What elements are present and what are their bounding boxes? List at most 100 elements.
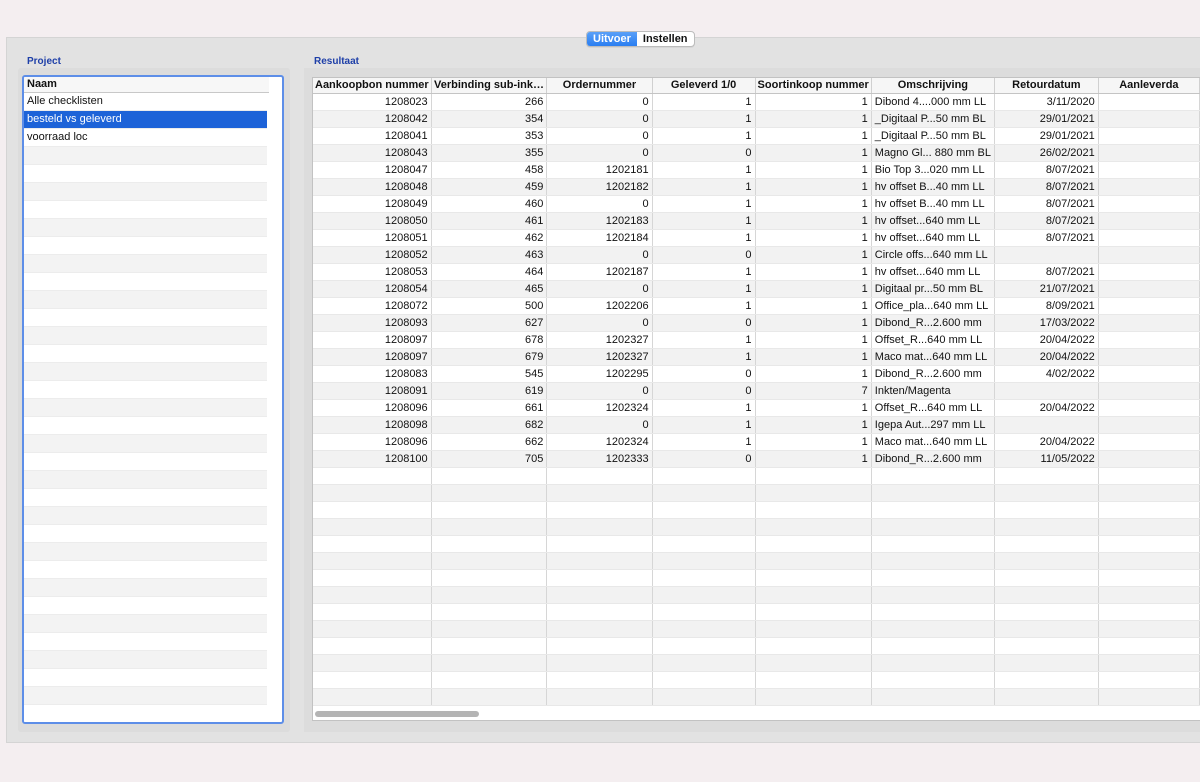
table-row[interactable]: 1208023 266 0 1 1 Dibond 4....000 mm LL 3/11/2…	[313, 93, 1200, 111]
table-cell: 1	[755, 229, 872, 247]
table-cell: 1	[652, 195, 756, 213]
table-cell: 8/07/2021	[994, 212, 1099, 230]
table-cell	[994, 603, 1099, 621]
table-cell	[313, 620, 432, 638]
result-table-header: Aankoopbon nummer Verbinding sub-ink… Orde…	[313, 78, 1200, 94]
table-cell	[994, 246, 1099, 264]
table-cell: 705	[431, 450, 548, 468]
table-row[interactable]: 1208096 662 1202324 1 1 Maco mat...640 mm LL 2…	[313, 433, 1200, 451]
empty-table-row	[313, 518, 1200, 536]
table-row[interactable]: 1208098 682 0 1 1 Igepa Aut...297 mm LL	[313, 416, 1200, 434]
column-header[interactable]: Aanleverda	[1098, 78, 1200, 94]
list-item[interactable]: voorraad loc	[24, 129, 267, 147]
table-cell	[546, 603, 653, 621]
table-cell: 0	[652, 314, 756, 332]
table-cell	[431, 603, 548, 621]
table-cell: 461	[431, 212, 548, 230]
table-cell: 463	[431, 246, 548, 264]
table-cell	[871, 518, 995, 536]
table-cell: 1208096	[313, 399, 432, 417]
table-cell: 619	[431, 382, 548, 400]
table-cell: 0	[546, 195, 653, 213]
table-row[interactable]: 1208049 460 0 1 1 hv offset B...40 mm LL 8/07/…	[313, 195, 1200, 213]
table-cell	[313, 688, 432, 706]
table-row[interactable]: 1208050 461 1202183 1 1 hv offset...640 mm LL…	[313, 212, 1200, 230]
empty-list-row	[24, 507, 267, 525]
table-cell: 7	[755, 382, 872, 400]
table-row[interactable]: 1208048 459 1202182 1 1 hv offset B...40 mm L…	[313, 178, 1200, 196]
table-cell: Bio Top 3...020 mm LL	[871, 161, 995, 179]
table-cell: 1208047	[313, 161, 432, 179]
table-cell: 17/03/2022	[994, 314, 1099, 332]
table-row[interactable]: 1208042 354 0 1 1 _Digitaal P...50 mm BL 29/01…	[313, 110, 1200, 128]
table-cell	[652, 535, 756, 553]
table-cell: hv offset...640 mm LL	[871, 212, 995, 230]
table-row[interactable]: 1208083 545 1202295 0 1 Dibond_R...2.600 mm 4/…	[313, 365, 1200, 383]
table-cell	[1098, 382, 1200, 400]
column-header[interactable]: Ordernummer	[546, 78, 653, 94]
column-header[interactable]: Omschrijving	[871, 78, 995, 94]
table-cell: 1202295	[546, 365, 653, 383]
tab-instellen[interactable]: Instellen	[637, 32, 694, 46]
table-cell: Maco mat...640 mm LL	[871, 348, 995, 366]
table-row[interactable]: 1208096 661 1202324 1 1 Offset_R...640 mm LL 2…	[313, 399, 1200, 417]
project-list-header[interactable]: Naam	[24, 77, 269, 93]
tab-uitvoer[interactable]: Uitvoer	[587, 32, 637, 46]
table-cell	[546, 518, 653, 536]
table-row[interactable]: 1208097 679 1202327 1 1 Maco mat...640 mm LL 2…	[313, 348, 1200, 366]
empty-list-row	[24, 273, 267, 291]
table-row[interactable]: 1208041 353 0 1 1 _Digitaal P...50 mm BL 29/01…	[313, 127, 1200, 145]
table-cell	[994, 484, 1099, 502]
table-cell	[652, 467, 756, 485]
table-cell	[652, 484, 756, 502]
table-cell	[1098, 110, 1200, 128]
table-row[interactable]: 1208047 458 1202181 1 1 Bio Top 3...020 mm LL…	[313, 161, 1200, 179]
table-cell	[546, 569, 653, 587]
table-cell: 1208023	[313, 93, 432, 111]
table-row[interactable]: 1208100 705 1202333 0 1 Dibond_R...2.600 mm 11…	[313, 450, 1200, 468]
table-cell: Dibond_R...2.600 mm	[871, 314, 995, 332]
table-cell	[431, 569, 548, 587]
table-cell: 8/07/2021	[994, 263, 1099, 281]
table-cell	[1098, 586, 1200, 604]
table-cell: 1208072	[313, 297, 432, 315]
table-row[interactable]: 1208091 619 0 0 7 Inkten/Magenta	[313, 382, 1200, 400]
horizontal-scrollbar[interactable]	[315, 711, 479, 717]
table-row[interactable]: 1208053 464 1202187 1 1 hv offset...640 mm LL…	[313, 263, 1200, 281]
table-cell	[313, 518, 432, 536]
column-header[interactable]: Geleverd 1/0	[652, 78, 756, 94]
table-cell	[871, 484, 995, 502]
column-header[interactable]: Soortinkoop nummer	[755, 78, 872, 94]
column-header[interactable]: Aankoopbon nummer	[313, 78, 432, 94]
table-cell	[994, 671, 1099, 689]
table-cell: 1202327	[546, 348, 653, 366]
table-cell	[1098, 161, 1200, 179]
table-cell	[755, 569, 872, 587]
table-row[interactable]: 1208043 355 0 0 1 Magno Gl... 880 mm BL 26/02/…	[313, 144, 1200, 162]
table-row[interactable]: 1208072 500 1202206 1 1 Office_pla...640 mm L…	[313, 297, 1200, 315]
table-cell: 1	[755, 263, 872, 281]
list-item[interactable]: besteld vs geleverd	[24, 111, 267, 129]
column-header[interactable]: Verbinding sub-ink…	[431, 78, 548, 94]
table-cell	[755, 671, 872, 689]
table-cell: 1	[652, 110, 756, 128]
empty-list-row	[24, 579, 267, 597]
table-row[interactable]: 1208051 462 1202184 1 1 hv offset...640 mm LL…	[313, 229, 1200, 247]
project-list[interactable]: Naam Alle checklisten besteld vs geleverd…	[22, 75, 284, 724]
table-cell	[1098, 331, 1200, 349]
table-cell	[1098, 246, 1200, 264]
table-row[interactable]: 1208052 463 0 0 1 Circle offs...640 mm LL	[313, 246, 1200, 264]
result-table-container[interactable]: Aankoopbon nummer Verbinding sub-ink… Orde…	[312, 77, 1200, 721]
table-cell: 1208049	[313, 195, 432, 213]
table-cell: 353	[431, 127, 548, 145]
table-row[interactable]: 1208093 627 0 0 1 Dibond_R...2.600 mm 17/03/20…	[313, 314, 1200, 332]
list-item[interactable]: Alle checklisten	[24, 93, 267, 111]
column-header[interactable]: Retourdatum	[994, 78, 1099, 94]
table-cell	[546, 467, 653, 485]
table-row[interactable]: 1208097 678 1202327 1 1 Offset_R...640 mm LL 2…	[313, 331, 1200, 349]
table-row[interactable]: 1208054 465 0 1 1 Digitaal pr...50 mm BL 21/07…	[313, 280, 1200, 298]
table-cell: 1	[755, 144, 872, 162]
empty-list-row	[24, 291, 267, 309]
table-cell	[994, 586, 1099, 604]
empty-list-row	[24, 633, 267, 651]
